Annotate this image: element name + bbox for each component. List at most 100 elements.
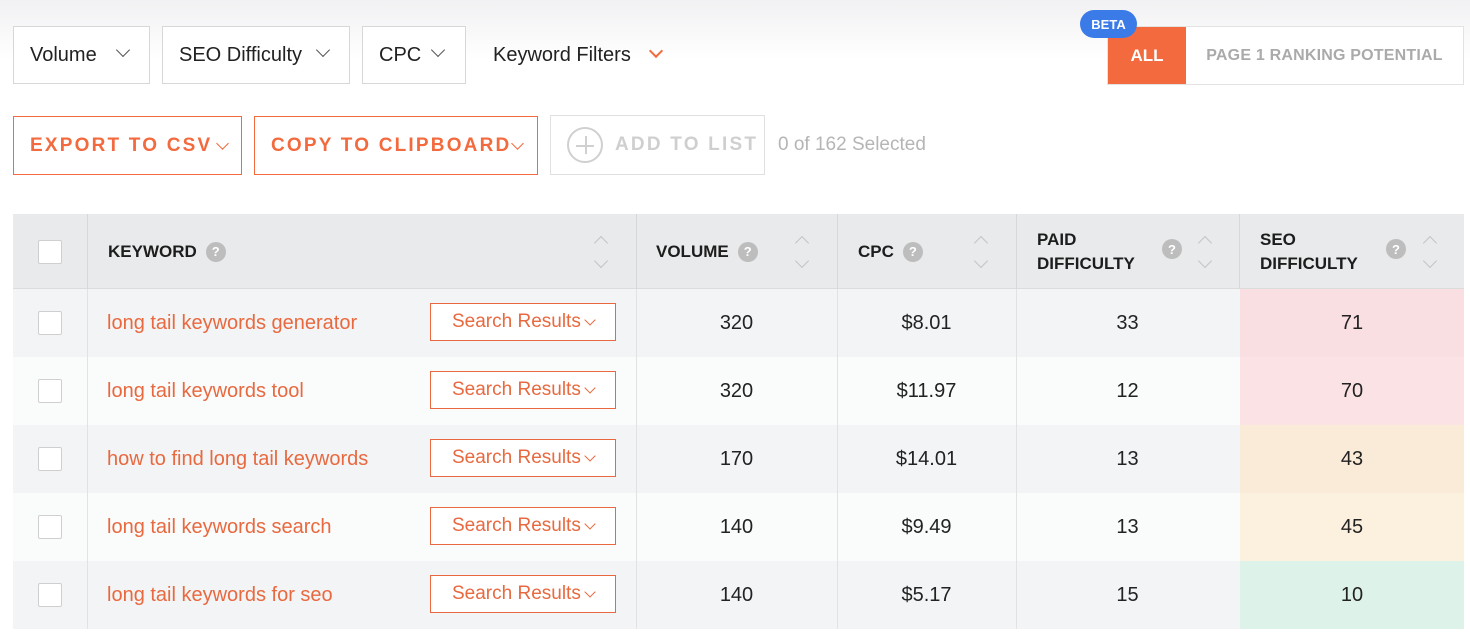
seo-difficulty-header-label: SEO DIFFICULTY [1260,228,1358,276]
paid-difficulty-column-header[interactable]: PAID DIFFICULTY ? [1016,214,1239,289]
select-all-checkbox[interactable] [38,239,62,264]
search-results-dropdown[interactable]: Search Results [430,303,616,341]
column-divider [87,561,88,629]
row-checkbox[interactable] [38,583,62,607]
keyword-link[interactable]: long tail keywords generator [107,289,357,357]
sort-icon[interactable] [593,235,609,269]
table-row: how to find long tail keywords Search Re… [13,425,1464,493]
cpc-header-label: CPC [858,241,894,261]
seo-difficulty-cell: 45 [1240,493,1464,561]
segment-page1-ranking-button[interactable]: PAGE 1 RANKING POTENTIAL [1186,27,1463,84]
keyword-text: long tail keywords generator [107,311,358,334]
chevron-down-icon [430,42,446,58]
row-checkbox[interactable] [38,515,62,539]
cpc-filter-label: CPC [379,43,422,66]
search-results-dropdown[interactable]: Search Results [430,439,616,477]
search-results-label: Search Results [452,447,581,468]
cpc-cell: $11.97 [896,379,957,402]
export-csv-label: EXPORT TO CSV [30,134,213,156]
keyword-text: how to find long tail keywords [107,447,369,470]
copy-clipboard-button[interactable]: COPY TO CLIPBOARD [254,116,538,175]
keyword-column-header[interactable]: KEYWORD ? [87,214,636,289]
volume-cell: 320 [719,311,754,334]
keyword-text: long tail keywords search [107,515,332,538]
table-row: long tail keywords generator Search Resu… [13,289,1464,357]
table-header: KEYWORD ? VOLUME ? CPC ? PAID DIFFICULTY… [13,214,1464,289]
ranking-segment-control: ALL PAGE 1 RANKING POTENTIAL [1107,26,1464,85]
keyword-filters-toggle[interactable]: Keyword Filters [493,26,664,84]
search-results-label: Search Results [452,311,581,332]
paid-difficulty-header-label: PAID DIFFICULTY [1037,228,1135,276]
keyword-text: long tail keywords tool [107,379,304,402]
cpc-cell: $9.49 [901,515,952,538]
add-to-list-label: ADD TO LIST [615,134,759,155]
column-divider [87,289,88,357]
paid-difficulty-cell: 33 [1116,311,1139,334]
search-results-dropdown[interactable]: Search Results [430,371,616,409]
help-icon[interactable]: ? [737,241,758,262]
chevron-down-icon [584,450,596,462]
help-icon[interactable]: ? [902,241,923,262]
volume-column-header[interactable]: VOLUME ? [636,214,837,289]
volume-cell: 320 [719,379,754,402]
keyword-link[interactable]: how to find long tail keywords [107,425,368,493]
table-row: long tail keywords tool Search Results 3… [13,357,1464,425]
cpc-filter-dropdown[interactable]: CPC [362,26,466,84]
sort-icon[interactable] [1197,235,1213,269]
paid-difficulty-cell: 15 [1116,583,1139,606]
row-select-cell [13,289,87,357]
keyword-text: long tail keywords for seo [107,583,333,606]
volume-filter-label: Volume [30,43,97,66]
seo-difficulty-line1: SEO [1260,229,1296,249]
row-checkbox[interactable] [38,311,62,335]
table-row: long tail keywords search Search Results… [13,493,1464,561]
search-results-dropdown[interactable]: Search Results [430,507,616,545]
cpc-cell: $14.01 [895,447,958,470]
seo-difficulty-cell: 10 [1240,561,1464,629]
row-select-cell [13,425,87,493]
keyword-filters-label: Keyword Filters [493,43,631,66]
paid-difficulty-cell: 13 [1116,447,1139,470]
cpc-cell: $5.17 [901,583,952,606]
beta-badge: BETA [1080,10,1137,38]
help-icon[interactable]: ? [1386,239,1406,259]
keyword-table: KEYWORD ? VOLUME ? CPC ? PAID DIFFICULTY… [13,214,1464,629]
help-icon[interactable]: ? [205,241,226,262]
add-to-list-button[interactable]: ADD TO LIST [550,115,765,175]
paid-difficulty-cell: 13 [1116,515,1139,538]
keyword-link[interactable]: long tail keywords tool [107,357,304,425]
chevron-down-icon [584,382,596,394]
search-results-dropdown[interactable]: Search Results [430,575,616,613]
chevron-down-icon [584,314,596,326]
cpc-column-header[interactable]: CPC ? [837,214,1016,289]
table-row: long tail keywords for seo Search Result… [13,561,1464,629]
chevron-down-icon [584,586,596,598]
volume-filter-dropdown[interactable]: Volume [13,26,150,84]
search-results-label: Search Results [452,379,581,400]
seo-difficulty-cell: 71 [1240,289,1464,357]
export-csv-button[interactable]: EXPORT TO CSV [13,116,242,175]
cpc-cell: $8.01 [901,311,952,334]
keyword-link[interactable]: long tail keywords search [107,493,332,561]
row-select-cell [13,493,87,561]
seo-difficulty-filter-dropdown[interactable]: SEO Difficulty [162,26,350,84]
search-results-label: Search Results [452,515,581,536]
row-select-cell [13,357,87,425]
paid-difficulty-line1: PAID [1037,229,1077,249]
seo-difficulty-cell: 43 [1240,425,1464,493]
sort-icon[interactable] [794,235,810,269]
seo-difficulty-column-header[interactable]: SEO DIFFICULTY ? [1239,214,1464,289]
keyword-header-label: KEYWORD [108,241,197,261]
seo-difficulty-cell: 70 [1240,357,1464,425]
row-checkbox[interactable] [38,447,62,471]
column-divider [87,425,88,493]
volume-cell: 140 [719,583,754,606]
row-checkbox[interactable] [38,379,62,403]
keyword-link[interactable]: long tail keywords for seo [107,561,333,629]
paid-difficulty-cell: 12 [1116,379,1139,402]
sort-icon[interactable] [1422,235,1438,269]
chevron-down-icon [216,137,229,150]
sort-icon[interactable] [973,235,989,269]
help-icon[interactable]: ? [1162,239,1182,259]
chevron-down-icon [511,137,524,150]
